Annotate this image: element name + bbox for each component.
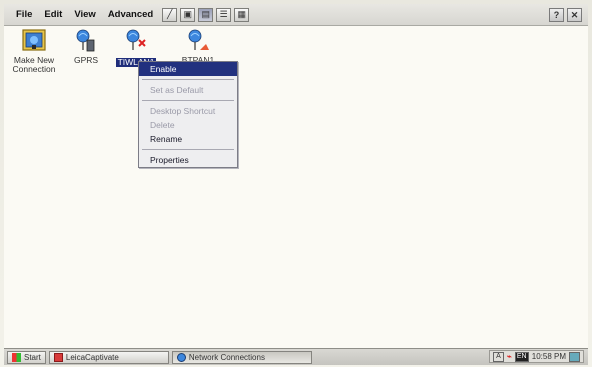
clock-label[interactable]: 10:58 PM xyxy=(532,352,566,361)
menu-advanced[interactable]: Advanced xyxy=(102,9,159,20)
menu-view[interactable]: View xyxy=(68,9,101,20)
leica-label: LeicaCaptivate xyxy=(65,352,119,362)
gprs-connection-icon xyxy=(72,28,100,54)
taskbar-leica[interactable]: LeicaCaptivate xyxy=(48,350,169,364)
network-connections-label: Network Connections xyxy=(188,352,265,362)
make-new-connection-label: Make New Connection xyxy=(12,55,56,74)
network-connections-pane[interactable]: Make New Connection GPRS TIWLAN1 BTPAN1 xyxy=(4,26,588,348)
taskbar-network-connections[interactable]: Network Connections xyxy=(171,350,312,364)
btpan-connection-icon xyxy=(184,28,212,54)
input-panel-icon[interactable]: A xyxy=(492,351,504,362)
help-button[interactable]: ? xyxy=(549,8,564,22)
gprs-connection-label: GPRS xyxy=(73,55,99,65)
windows-logo-icon xyxy=(12,352,21,362)
network-app-icon xyxy=(176,352,186,362)
taskbar: Start LeicaCaptivate Network Connections… xyxy=(4,348,588,365)
ctx-separator xyxy=(142,79,234,80)
tiwlan-connection-icon xyxy=(122,28,150,54)
details-view-icon[interactable]: ▦ xyxy=(234,7,250,22)
ctx-enable[interactable]: Enable xyxy=(139,62,237,76)
menu-edit[interactable]: Edit xyxy=(38,9,68,20)
language-indicator[interactable]: EN xyxy=(514,351,529,362)
desktop-icon[interactable] xyxy=(569,351,580,362)
leica-app-icon xyxy=(53,352,63,362)
start-label: Start xyxy=(24,352,41,362)
ctx-separator xyxy=(142,100,234,101)
list-view-icon[interactable]: ☰ xyxy=(216,7,232,22)
ctx-set-as-default: Set as Default xyxy=(150,85,204,95)
ctx-properties[interactable]: Properties xyxy=(139,153,237,167)
diagonal-line-icon[interactable]: ╱ xyxy=(162,7,178,22)
menubar: File Edit View Advanced ╱ ▣ ▤ ☰ ▦ ? ✕ xyxy=(4,4,588,26)
network-status-icon[interactable]: ⌁ xyxy=(507,352,512,361)
ctx-rename[interactable]: Rename xyxy=(139,132,237,146)
start-button[interactable]: Start xyxy=(7,350,46,364)
ctx-delete: Delete xyxy=(150,120,175,130)
small-icons-view-icon[interactable]: ▤ xyxy=(198,7,214,22)
context-menu: Enable Set as Default Desktop Shortcut D… xyxy=(138,61,238,168)
make-new-connection[interactable]: Make New Connection xyxy=(10,28,58,74)
ctx-separator xyxy=(142,149,234,150)
ctx-desktop-shortcut: Desktop Shortcut xyxy=(150,106,216,116)
system-tray: A ⌁ EN 10:58 PM xyxy=(488,350,584,363)
close-button[interactable]: ✕ xyxy=(567,8,582,22)
btpan-connection[interactable]: BTPAN1 xyxy=(174,28,222,65)
menu-file[interactable]: File xyxy=(10,9,38,20)
gprs-connection[interactable]: GPRS xyxy=(62,28,110,65)
make-new-connection-icon xyxy=(20,28,48,54)
monitor-icon[interactable]: ▣ xyxy=(180,7,196,22)
